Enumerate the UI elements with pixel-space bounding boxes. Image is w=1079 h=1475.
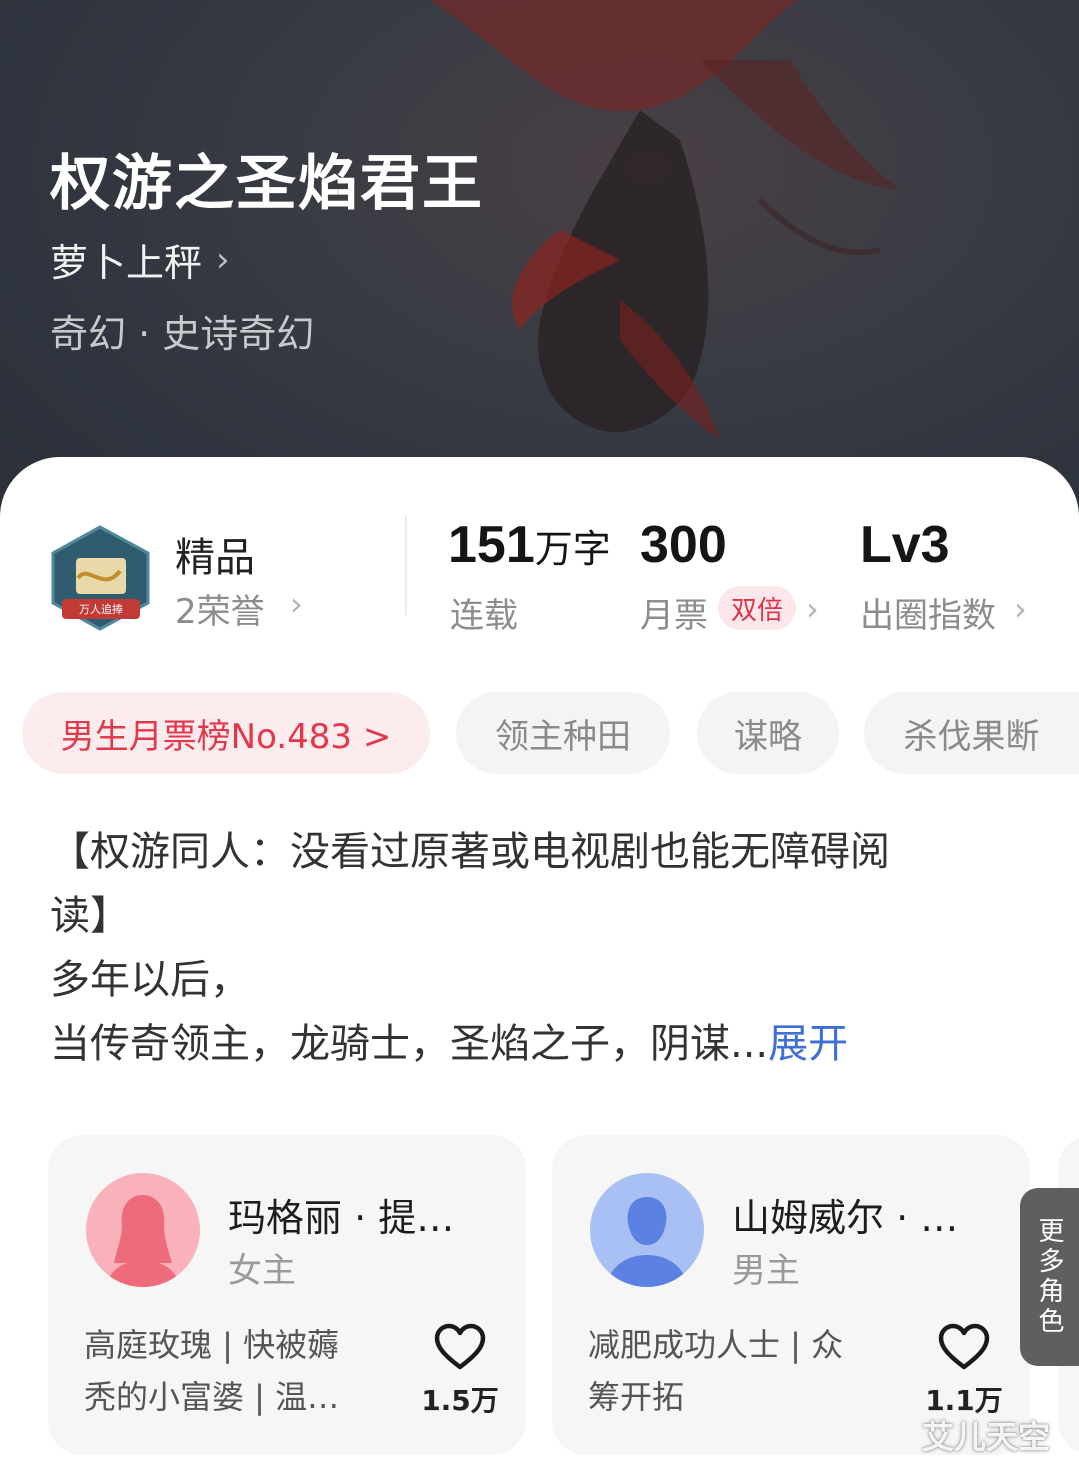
expand-link[interactable]: 展开 — [768, 1021, 848, 1067]
stats-divider — [405, 515, 407, 615]
more-roles-button[interactable]: 更多角色 — [1020, 1188, 1079, 1366]
monthly-tickets-count: 300 — [640, 516, 727, 574]
character-name: 玛格丽 · 提… — [228, 1196, 455, 1240]
honor-badge-icon[interactable]: 万人追捧 — [48, 523, 153, 633]
character-role: 男主 — [732, 1251, 800, 1291]
book-title: 权游之圣焰君王 — [50, 149, 484, 219]
author-name: 萝卜上秤 — [50, 241, 203, 285]
book-genre: 奇幻 · 史诗奇幻 — [50, 312, 315, 356]
character-card[interactable]: 玛格丽 · 提… 女主 高庭玫瑰 | 快被薅 秃的小富婆 | 温… 1.5万 — [48, 1135, 526, 1455]
heart-icon[interactable] — [434, 1323, 486, 1371]
word-count: 151万字 — [448, 516, 611, 574]
character-name: 山姆威尔 · … — [732, 1196, 959, 1240]
character-role: 女主 — [228, 1251, 296, 1291]
avatar — [590, 1173, 704, 1287]
word-count-unit: 万字 — [534, 527, 611, 571]
author-link[interactable]: 萝卜上秤 › — [50, 232, 230, 287]
chevron-right-icon[interactable]: › — [806, 590, 819, 628]
synopsis: 【权游同人：没看过原著或电视剧也能无障碍阅 读】 多年以后， 当传奇领主，龙骑士… — [50, 820, 1030, 1076]
honor-count[interactable]: 2荣誉 — [175, 584, 265, 633]
double-badge: 双倍 — [718, 586, 796, 630]
watermark: 艾儿天空 — [922, 1418, 1051, 1456]
heart-icon[interactable] — [938, 1323, 990, 1371]
character-desc: 高庭玫瑰 | 快被薅 秃的小富婆 | 温… — [84, 1326, 340, 1416]
popularity-level: Lv3 — [860, 516, 950, 574]
rank-tag[interactable]: 男生月票榜No.483 > — [22, 692, 430, 774]
character-desc: 减肥成功人士 | 众 筹开拓 — [588, 1326, 844, 1416]
badge-logo-text: 万人追捧 — [79, 602, 123, 616]
avatar — [86, 1173, 200, 1287]
monthly-tickets-label[interactable]: 月票 — [640, 588, 708, 637]
chevron-right-icon: › — [216, 239, 230, 280]
character-card[interactable]: 山姆威尔 · … 男主 减肥成功人士 | 众 筹开拓 1.1万 — [552, 1135, 1030, 1455]
synopsis-last-line: 当传奇领主，龙骑士，圣焰之子，阴谋...展开 — [50, 1021, 849, 1067]
quality-label: 精品 — [175, 535, 255, 581]
synopsis-line: 读】 — [50, 893, 130, 939]
synopsis-line: 多年以后， — [50, 957, 250, 1003]
tag-lord-farming[interactable]: 领主种田 — [456, 692, 670, 774]
like-count: 1.5万 — [421, 1384, 499, 1417]
popularity-label[interactable]: 出圈指数 — [860, 588, 996, 637]
chevron-right-icon[interactable]: › — [1014, 590, 1027, 628]
tag-strategy[interactable]: 谋略 — [697, 692, 839, 774]
serial-status: 连载 — [450, 596, 518, 636]
synopsis-line: 【权游同人：没看过原著或电视剧也能无障碍阅 — [50, 829, 890, 875]
chevron-right-icon[interactable]: › — [290, 585, 303, 623]
tag-decisive[interactable]: 杀伐果断 — [864, 692, 1079, 774]
